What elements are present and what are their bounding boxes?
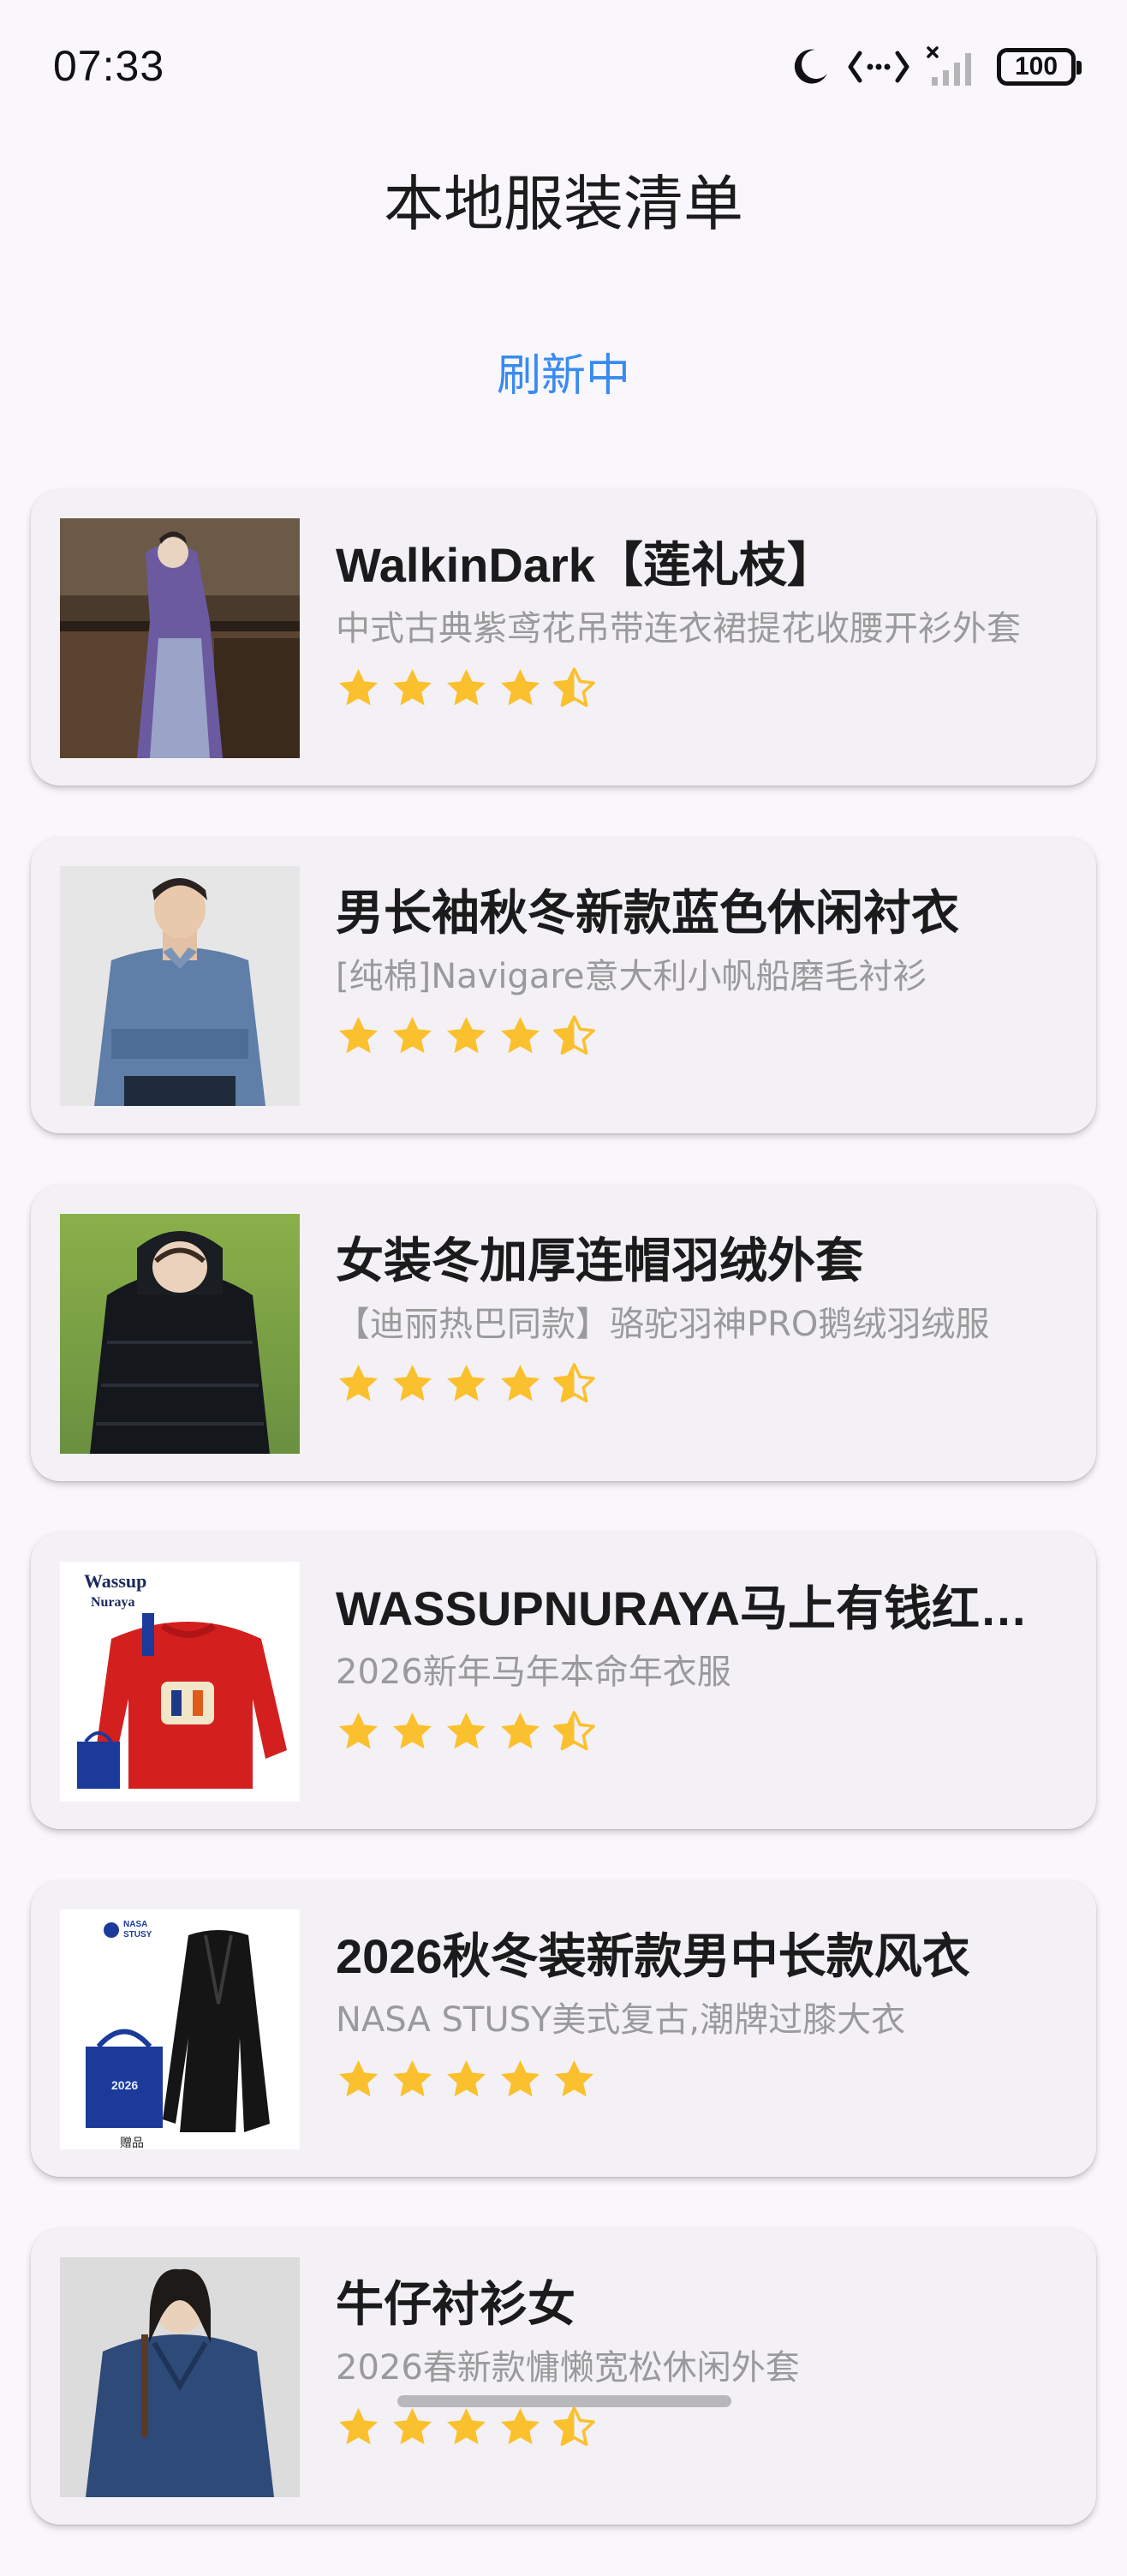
product-title: WalkinDark【莲礼枝】 <box>336 538 835 592</box>
star-full-icon <box>338 2407 379 2444</box>
list-item[interactable]: 牛仔衬衫女 2026春新款慵懒宽松休闲外套 <box>31 2228 1096 2525</box>
product-title: 男长袖秋冬新款蓝色休闲衬衣 <box>336 886 959 940</box>
rating-stars <box>336 1012 1093 1060</box>
product-image-down-jacket <box>60 1214 300 1454</box>
star-full-icon <box>338 1016 379 1053</box>
card-body: 2026秋冬装新款男中长款风衣 NASA STUSY美式复古,潮牌过膝大衣 <box>336 1925 1093 2103</box>
list-item[interactable]: 女装冬加厚连帽羽绒外套 【迪丽热巴同款】骆驼羽神PRO鹅绒羽绒服 <box>31 1185 1096 1481</box>
star-half-icon <box>553 1014 595 1055</box>
star-full-icon <box>338 668 379 705</box>
card-body: WalkinDark【莲礼枝】 中式古典紫鸢花吊带连衣裙提花收腰开衫外套 <box>336 534 1093 712</box>
rating-stars <box>336 2403 1093 2451</box>
list-item[interactable]: 男长袖秋冬新款蓝色休闲衬衣 [纯棉]Navigare意大利小帆船磨毛衬衫 <box>31 837 1096 1133</box>
product-title: 2026秋冬装新款男中长款风衣 <box>336 1929 970 1983</box>
product-subtitle: 2026春新款慵懒宽松休闲外套 <box>336 2348 800 2388</box>
product-title: WASSUPNURAYA马上有钱红色卫衣 <box>336 1581 1070 1635</box>
status-bar: 07:33 100 <box>0 0 1127 129</box>
star-full-icon <box>500 1364 540 1401</box>
product-image-blue-shirt <box>60 866 300 1106</box>
star-full-icon <box>392 1016 432 1053</box>
star-full-icon <box>338 1364 379 1401</box>
star-full-icon <box>554 2059 594 2096</box>
product-title: 女装冬加厚连帽羽绒外套 <box>336 1234 863 1288</box>
brand-logo-text-2: Nuraya <box>91 1595 135 1610</box>
product-subtitle: NASA STUSY美式复古,潮牌过膝大衣 <box>336 2000 906 2040</box>
card-body: 女装冬加厚连帽羽绒外套 【迪丽热巴同款】骆驼羽神PRO鹅绒羽绒服 <box>336 1229 1093 1408</box>
star-full-icon <box>392 1364 432 1401</box>
status-time: 07:33 <box>53 42 165 90</box>
star-full-icon <box>392 668 432 705</box>
star-full-icon <box>392 1712 432 1748</box>
star-half-icon <box>553 1710 595 1750</box>
status-icons: 100 <box>790 43 1082 91</box>
product-image-trench-coat: NASA STUSY 2026 赠品 <box>60 1910 300 2149</box>
star-half-icon <box>553 1362 595 1402</box>
star-full-icon <box>446 2059 486 2096</box>
star-full-icon <box>500 2059 540 2096</box>
battery-icon: 100 <box>997 48 1082 86</box>
list-item[interactable]: WalkinDark【莲礼枝】 中式古典紫鸢花吊带连衣裙提花收腰开衫外套 <box>31 489 1096 786</box>
product-image-denim-shirt <box>60 2257 300 2497</box>
gift-label-text: 赠品 <box>120 2137 144 2149</box>
signal-no-service-icon <box>927 46 980 87</box>
list-item[interactable]: NASA STUSY 2026 赠品 2026秋冬装新款男中长款风衣 NASA … <box>31 1880 1096 2177</box>
rating-stars <box>336 2055 1093 2103</box>
product-image-purple-dress <box>60 518 300 758</box>
star-full-icon <box>500 668 540 705</box>
product-subtitle: 【迪丽热巴同款】骆驼羽神PRO鹅绒羽绒服 <box>336 1305 990 1344</box>
page-title: 本地服装清单 <box>384 169 743 239</box>
rating-stars <box>336 1707 1093 1755</box>
card-body: 牛仔衬衫女 2026春新款慵懒宽松休闲外套 <box>336 2273 1093 2451</box>
star-full-icon <box>338 1712 379 1748</box>
brand-logo-text-1: NASA <box>123 1920 147 1929</box>
rating-stars <box>336 664 1093 712</box>
brand-logo-text-2: STUSY <box>123 1930 152 1939</box>
star-full-icon <box>500 1712 540 1748</box>
star-full-icon <box>446 1712 486 1748</box>
star-full-icon <box>446 1364 486 1401</box>
product-image-red-sweater: Wassup Nuraya <box>60 1562 300 1802</box>
star-half-icon <box>553 2406 595 2446</box>
brand-logo-text-1: Wassup <box>84 1570 146 1592</box>
card-body: 男长袖秋冬新款蓝色休闲衬衣 [纯棉]Navigare意大利小帆船磨毛衬衫 <box>336 882 1093 1060</box>
star-full-icon <box>392 2059 432 2096</box>
star-full-icon <box>446 668 486 705</box>
star-full-icon <box>500 1016 540 1053</box>
moon-icon <box>790 46 831 87</box>
gesture-navigation-bar[interactable] <box>397 2395 731 2407</box>
star-full-icon <box>392 2407 432 2444</box>
star-full-icon <box>446 1016 486 1053</box>
data-transfer-icon <box>848 48 909 86</box>
product-title: 牛仔衬衫女 <box>336 2277 575 2331</box>
star-full-icon <box>446 2407 486 2444</box>
star-full-icon <box>500 2407 540 2444</box>
list-item[interactable]: Wassup Nuraya WASSUPNURAYA马上有钱红色卫衣 2026新… <box>31 1533 1096 1829</box>
card-body: WASSUPNURAYA马上有钱红色卫衣 2026新年马年本命年衣服 <box>336 1577 1093 1755</box>
product-subtitle: 2026新年马年本命年衣服 <box>336 1653 731 1692</box>
refresh-status[interactable]: 刷新中 <box>0 339 1127 403</box>
rating-stars <box>336 1360 1093 1408</box>
star-half-icon <box>553 666 595 707</box>
svg-text:2026: 2026 <box>111 2078 138 2092</box>
clothing-list: WalkinDark【莲礼枝】 中式古典紫鸢花吊带连衣裙提花收腰开衫外套 男长袖… <box>31 489 1096 2576</box>
product-subtitle: [纯棉]Navigare意大利小帆船磨毛衬衫 <box>336 957 927 996</box>
star-full-icon <box>338 2059 379 2096</box>
product-subtitle: 中式古典紫鸢花吊带连衣裙提花收腰开衫外套 <box>336 609 1021 648</box>
